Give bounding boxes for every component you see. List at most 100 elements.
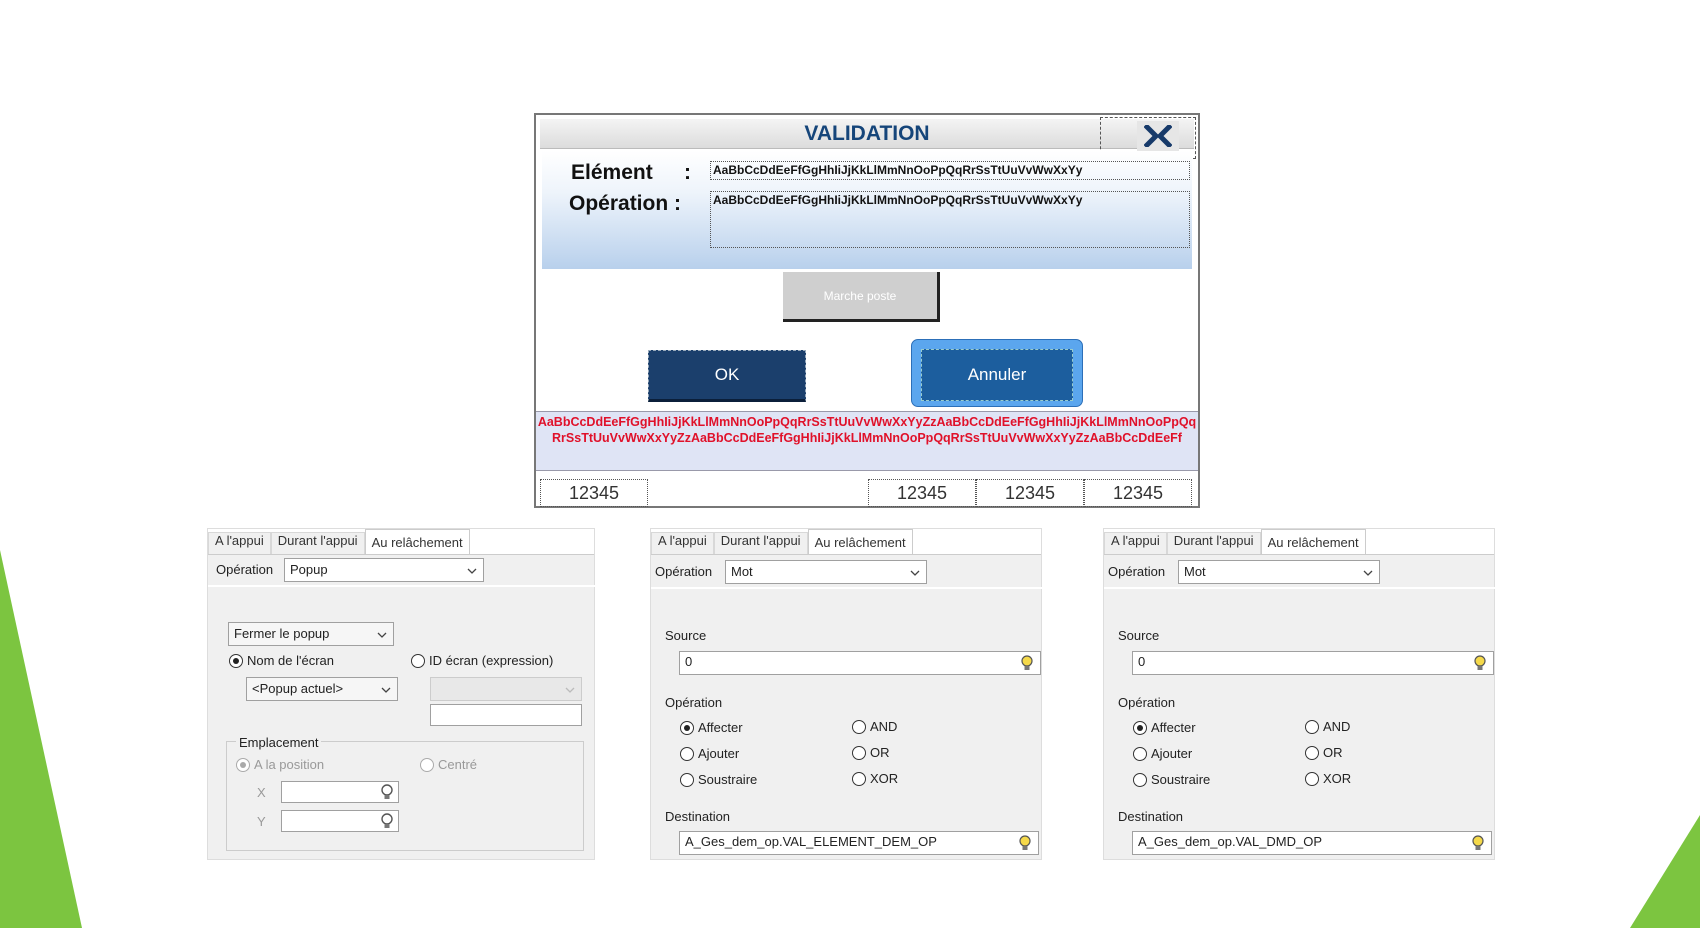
destination-label: Destination [1118,809,1184,824]
radio-affecter[interactable] [1133,721,1147,735]
id-ecran-expression-input[interactable] [430,704,582,726]
radio-or[interactable] [852,746,866,760]
radio-or-label: OR [1323,745,1343,760]
panel-mot-element: A l'appui Durant l'appui Au relâchement … [650,528,1043,860]
bulb-icon[interactable] [1017,834,1033,852]
source-value: 0 [1138,654,1146,669]
chevron-down-icon [565,687,575,693]
operation-select-value: Popup [290,562,328,577]
radio-and[interactable] [1305,720,1319,734]
y-input[interactable] [281,810,399,832]
bulb-icon[interactable] [379,783,395,801]
bulb-icon[interactable] [1019,654,1035,672]
destination-input[interactable]: A_Ges_dem_op.VAL_ELEMENT_DEM_OP [679,831,1039,855]
chevron-down-icon [910,570,920,576]
tab-a-lappui[interactable]: A l'appui [1104,532,1167,554]
radio-centre[interactable] [420,758,434,772]
tab-durant-lappui[interactable]: Durant l'appui [1166,532,1261,554]
tab-strip: A l'appui Durant l'appui Au relâchement [651,529,1041,554]
tab-durant-lappui[interactable]: Durant l'appui [713,532,808,554]
id-ecran-select[interactable] [430,677,582,701]
operation-label: Opération [655,564,713,579]
green-triangle-left [0,550,82,928]
radio-id-ecran[interactable] [411,654,425,668]
screen-select-value: <Popup actuel> [252,681,344,696]
x-label: X [257,785,266,800]
tab-a-lappui[interactable]: A l'appui [208,532,271,554]
tab-au-relachement[interactable]: Au relâchement [1260,529,1366,554]
bulb-icon[interactable] [379,812,395,830]
bulb-icon[interactable] [1472,654,1488,672]
operation-select[interactable]: Popup [284,558,484,582]
operation-select-value: Mot [731,564,753,579]
radio-affecter-label: Affecter [698,720,743,735]
footer-value-4: 12345 [1084,479,1192,507]
annuler-button-frame: Annuler [911,339,1083,407]
x-input[interactable] [281,781,399,803]
action-select-value: Fermer le popup [234,626,330,641]
y-label: Y [257,814,266,829]
marche-poste-button[interactable]: Marche poste [783,272,940,322]
radio-a-la-position[interactable] [236,758,250,772]
radio-soustraire[interactable] [680,773,694,787]
chevron-down-icon [381,687,391,693]
destination-input[interactable]: A_Ges_dem_op.VAL_DMD_OP [1132,831,1492,855]
tab-au-relachement[interactable]: Au relâchement [807,529,913,554]
radio-ajouter[interactable] [680,747,694,761]
radio-nom-ecran-label: Nom de l'écran [247,653,335,668]
panel-mot-dmd: A l'appui Durant l'appui Au relâchement … [1103,528,1496,860]
bulb-icon[interactable] [1470,834,1486,852]
radio-xor[interactable] [1305,772,1319,786]
red-message: AaBbCcDdEeFfGgHhIiJjKkLlMmNnOoPpQqRrSsTt… [536,411,1198,471]
footer-value-2: 12345 [868,479,976,507]
tab-durant-lappui[interactable]: Durant l'appui [270,532,365,554]
close-button[interactable] [1137,121,1179,151]
source-input[interactable]: 0 [1132,651,1494,675]
separator [1104,587,1496,589]
radio-id-ecran-label: ID écran (expression) [429,653,554,668]
tab-a-lappui[interactable]: A l'appui [651,532,714,554]
x-close-icon [1144,125,1172,147]
destination-label: Destination [665,809,731,824]
chevron-down-icon [467,568,477,574]
popup-title: VALIDATION [540,119,1194,149]
tab-strip: A l'appui Durant l'appui Au relâchement [1104,529,1494,554]
green-triangle-right [1630,815,1700,928]
source-input[interactable]: 0 [679,651,1041,675]
tab-strip: A l'appui Durant l'appui Au relâchement [208,529,594,554]
operation-value-field[interactable]: AaBbCcDdEeFfGgHhIiJjKkLlMmNnOoPpQqRrSsTt… [710,191,1190,248]
chevron-down-icon [377,632,387,638]
panel-body: Opération Mot Source 0 Opération Affecte… [651,554,1043,859]
operation-group-label: Opération [1118,695,1176,710]
radio-xor-label: XOR [870,771,899,786]
ok-button[interactable]: OK [648,350,806,402]
operation-label: Opération [216,562,274,577]
validation-popup: VALIDATION Elément : Opération : AaBbCcD… [534,113,1200,508]
info-band: Elément : Opération : AaBbCcDdEeFfGgHhIi… [542,151,1192,269]
panel-popup: A l'appui Durant l'appui Au relâchement … [207,528,596,860]
element-value-field[interactable]: AaBbCcDdEeFfGgHhIiJjKkLlMmNnOoPpQqRrSsTt… [710,161,1190,180]
radio-ajouter-label: Ajouter [1151,746,1193,761]
radio-affecter[interactable] [680,721,694,735]
operation-select[interactable]: Mot [725,560,927,584]
action-select[interactable]: Fermer le popup [228,622,394,646]
separator [208,585,596,587]
radio-and[interactable] [852,720,866,734]
radio-or[interactable] [1305,746,1319,760]
screen-select[interactable]: <Popup actuel> [246,677,398,701]
destination-value: A_Ges_dem_op.VAL_ELEMENT_DEM_OP [685,834,937,849]
radio-and-label: AND [870,719,898,734]
radio-affecter-label: Affecter [1151,720,1196,735]
operation-select-value: Mot [1184,564,1206,579]
annuler-button[interactable]: Annuler [921,349,1073,401]
radio-soustraire[interactable] [1133,773,1147,787]
element-colon: : [684,161,691,184]
radio-or-label: OR [870,745,890,760]
separator [651,587,1043,589]
radio-ajouter[interactable] [1133,747,1147,761]
radio-nom-ecran[interactable] [229,654,243,668]
operation-select[interactable]: Mot [1178,560,1380,584]
tab-au-relachement[interactable]: Au relâchement [364,529,470,554]
radio-xor[interactable] [852,772,866,786]
element-label: Elément [571,161,653,184]
